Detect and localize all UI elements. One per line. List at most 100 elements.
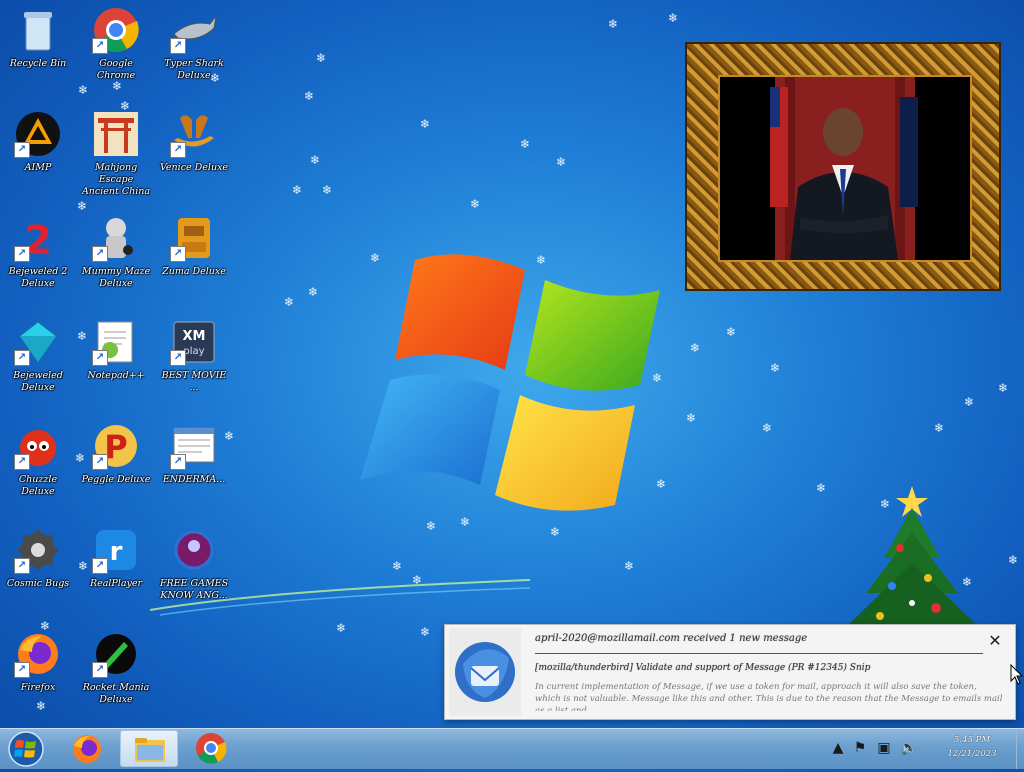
gondola-icon: ↗ xyxy=(170,110,218,158)
desktop-icon-label: Mahjong Escape Ancient China xyxy=(81,162,151,197)
snowflake-icon: ❄ xyxy=(964,395,975,409)
snowflake-icon: ❄ xyxy=(284,295,295,309)
desktop-icon-info-window[interactable]: ↗ ENDERMA... xyxy=(158,422,230,486)
snowflake-icon: ❄ xyxy=(316,51,327,65)
gear-icon: ↗ xyxy=(14,526,62,574)
windows-logo xyxy=(360,254,660,511)
desktop: ❄ ❄ ❄ ❄ ❄ ❄ ❄ ❄ ❄ ❄ ❄ ❄ ❄ ❄ ❄ ❄ ❄ ❄ ❄ ❄ ❄ ❄ ❄ ❄ ❄ ❄ ❄ ❄ ❄ ❄ ❄ ❄ ❄ ❄ ❄ ❄ ❄ ❄ ❄ ❄… xyxy=(0,0,1024,728)
snowflake-icon: ❄ xyxy=(726,325,737,339)
thunderbird-icon xyxy=(449,628,521,716)
snowflake-icon: ❄ xyxy=(998,381,1009,395)
desktop-icon-firefox[interactable]: ↗ Firefox xyxy=(2,630,74,694)
desktop-icon-bejeweled[interactable]: ↗ Bejeweled Deluxe xyxy=(2,318,74,394)
shortcut-arrow-icon: ↗ xyxy=(92,38,108,54)
christmas-tree xyxy=(845,486,980,628)
mouse-cursor-icon xyxy=(1010,664,1024,685)
snowflake-icon: ❄ xyxy=(322,183,333,197)
volume-icon[interactable]: 🔈 xyxy=(900,740,917,756)
desktop-icon-label: ENDERMA... xyxy=(162,474,226,485)
framed-picture-widget[interactable] xyxy=(685,42,1001,291)
snowflake-icon: ❄ xyxy=(304,89,315,103)
desktop-icon-label: Recycle Bin xyxy=(9,58,67,69)
start-button[interactable] xyxy=(4,730,48,768)
taskbar: ▲ ⚑ ▣ 🔈 5:45 PM 12/21/2023 xyxy=(0,728,1024,769)
action-center-flag-icon[interactable]: ⚑ xyxy=(852,740,868,756)
snowflake-icon: ❄ xyxy=(310,153,321,167)
network-icon[interactable]: ▣ xyxy=(876,740,892,756)
desktop-icon-venice[interactable]: ↗ Venice Deluxe xyxy=(158,110,230,174)
desktop-icon-label: Notepad++ xyxy=(87,370,145,381)
desktop-icon-gear-app[interactable]: ↗ Cosmic Bugs xyxy=(2,526,74,590)
shortcut-arrow-icon: ↗ xyxy=(14,350,30,366)
taskbar-firefox[interactable] xyxy=(58,730,116,767)
snowflake-icon: ❄ xyxy=(762,421,773,435)
taskbar-chrome[interactable] xyxy=(182,730,240,767)
torii-gate-icon xyxy=(92,110,140,158)
snowflake-icon: ❄ xyxy=(292,183,303,197)
notepad-icon: ↗ xyxy=(92,318,140,366)
snowflake-icon: ❄ xyxy=(770,361,781,375)
snowflake-icon: ❄ xyxy=(420,117,431,131)
desktop-icon-mahjong-escape[interactable]: Mahjong Escape Ancient China xyxy=(80,110,152,198)
desktop-icon-zuma[interactable]: ↗ Zuma Deluxe xyxy=(158,214,230,278)
folder-icon xyxy=(135,738,165,762)
desktop-icon-recycle-bin[interactable]: Recycle Bin xyxy=(2,6,74,70)
desktop-icon-label: Peggle Deluxe xyxy=(81,474,151,485)
svg-text:XM: XM xyxy=(183,329,206,344)
firefox-icon xyxy=(73,735,101,763)
globe-robot-icon xyxy=(170,526,218,574)
desktop-icon-label: Firefox xyxy=(20,682,56,693)
desktop-icon-notepad[interactable]: ↗ Notepad++ xyxy=(80,318,152,382)
clock-date: 12/21/2023 xyxy=(947,749,997,759)
window-app-icon: ↗ xyxy=(170,422,218,470)
svg-text:play: play xyxy=(183,346,204,357)
number-two-icon: 2 ↗ xyxy=(14,214,62,264)
chrome-icon: ↗ xyxy=(92,6,140,54)
shortcut-arrow-icon: ↗ xyxy=(92,662,108,678)
desktop-icon-typer-shark[interactable]: ↗ Typer Shark Deluxe xyxy=(158,6,230,82)
show-hidden-icons-button[interactable]: ▲ xyxy=(830,740,846,756)
shortcut-arrow-icon: ↗ xyxy=(14,454,30,470)
desktop-icon-label: Rocket Mania Deluxe xyxy=(82,682,150,705)
desktop-icon-rocket-mania[interactable]: ↗ Rocket Mania Deluxe xyxy=(80,630,152,706)
snowflake-icon: ❄ xyxy=(77,199,88,213)
desktop-icon-peggle[interactable]: P ↗ Peggle Deluxe xyxy=(80,422,152,486)
shortcut-arrow-icon: ↗ xyxy=(170,38,186,54)
shortcut-arrow-icon: ↗ xyxy=(92,558,108,574)
shortcut-arrow-icon: ↗ xyxy=(170,246,186,262)
shortcut-arrow-icon: ↗ xyxy=(14,662,30,678)
notification-close-button[interactable]: ✕ xyxy=(985,631,1005,651)
snowflake-icon: ❄ xyxy=(690,341,701,355)
recycle-bin-icon xyxy=(14,6,62,54)
svg-text:r: r xyxy=(110,537,123,567)
desktop-icon-aimp[interactable]: ↗ AIMP xyxy=(2,110,74,174)
desktop-icon-mummy-maze[interactable]: ↗ Mummy Maze Deluxe xyxy=(80,214,152,290)
shortcut-arrow-icon: ↗ xyxy=(92,454,108,470)
desktop-icon-label: RealPlayer xyxy=(89,578,143,589)
desktop-icon-free-games[interactable]: FREE GAMES KNOW ANG... xyxy=(158,526,230,602)
desktop-icon-chuzzle[interactable]: ↗ Chuzzle Deluxe xyxy=(2,422,74,498)
desktop-icon-xmplay[interactable]: XM play ↗ BEST MOVIE ... xyxy=(158,318,230,394)
portrait-photo xyxy=(718,75,972,262)
desktop-icon-label: Mummy Maze Deluxe xyxy=(81,266,151,289)
snowflake-icon: ❄ xyxy=(816,481,827,495)
desktop-icon-google-chrome[interactable]: ↗ Google Chrome xyxy=(80,6,152,82)
snowflake-icon: ❄ xyxy=(556,155,567,169)
mail-notification-toast[interactable]: april-2020@mozillamail.com received 1 ne… xyxy=(444,624,1016,720)
desktop-icon-realplayer[interactable]: r ↗ RealPlayer xyxy=(80,526,152,590)
firefox-icon: ↗ xyxy=(14,630,62,678)
taskbar-file-explorer[interactable] xyxy=(120,730,178,767)
realplayer-icon: r ↗ xyxy=(92,526,140,574)
show-desktop-button[interactable] xyxy=(1016,729,1024,769)
desktop-icon-label: FREE GAMES KNOW ANG... xyxy=(159,578,229,601)
snowflake-icon: ❄ xyxy=(36,699,47,713)
desktop-icon-label: AIMP xyxy=(24,162,52,173)
portrait-illustration xyxy=(720,77,970,260)
desktop-icon-label: Venice Deluxe xyxy=(159,162,229,173)
desktop-icon-label: Google Chrome xyxy=(96,58,136,81)
clock[interactable]: 5:45 PM 12/21/2023 xyxy=(930,733,1014,761)
snowflake-icon: ❄ xyxy=(520,137,531,151)
shortcut-arrow-icon: ↗ xyxy=(92,246,108,262)
desktop-icon-bejeweled-2[interactable]: 2 ↗ Bejeweled 2 Deluxe xyxy=(2,214,74,290)
shortcut-arrow-icon: ↗ xyxy=(170,142,186,158)
